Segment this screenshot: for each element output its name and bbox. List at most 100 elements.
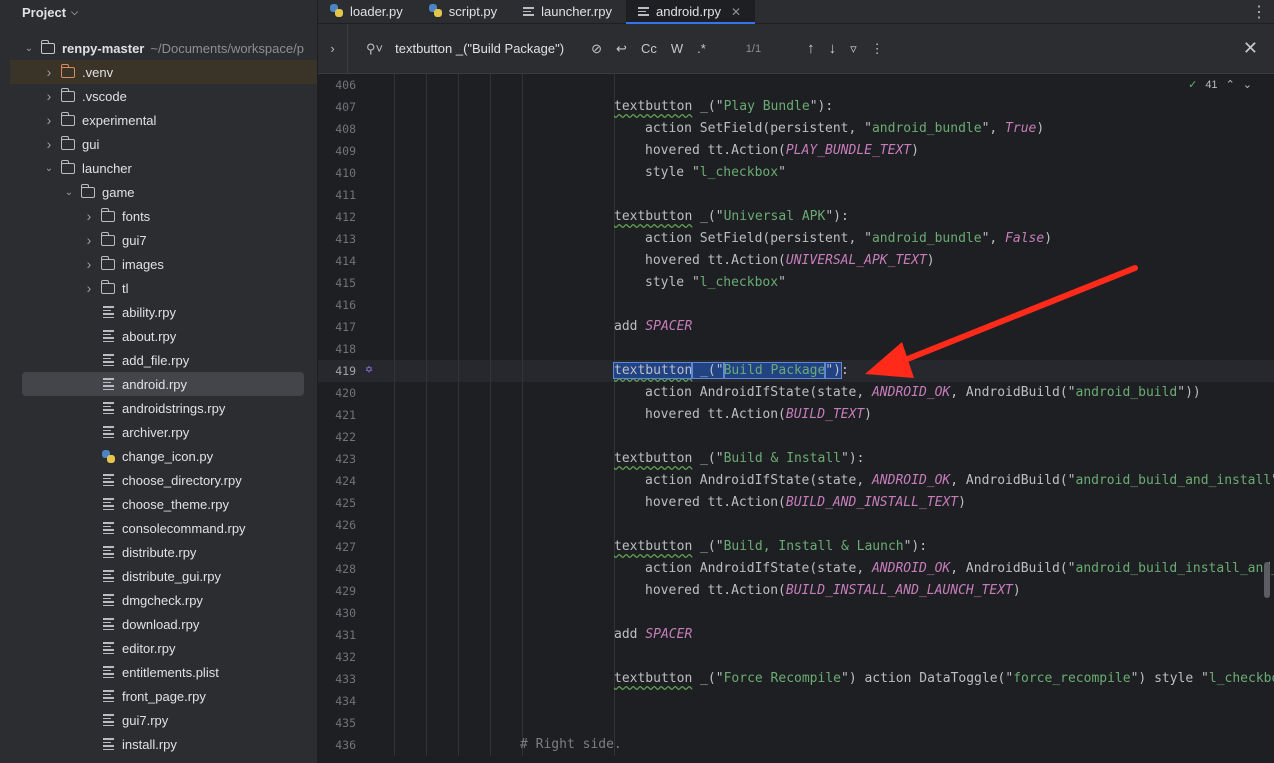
words-button[interactable]: W	[671, 41, 683, 56]
code-line[interactable]: 427 textbutton _("Build, Install & Launch…	[318, 536, 1274, 558]
previous-occurrence-icon[interactable]: ↑	[807, 40, 815, 57]
chevron-down-icon[interactable]: ⌄	[22, 43, 36, 54]
code-line[interactable]: 425 hovered tt.Action(BUILD_AND_INSTALL_T…	[318, 492, 1274, 514]
code-line[interactable]: 419 textbutton _("Build Package"):	[318, 360, 1274, 382]
code-line[interactable]: 412 textbutton _("Universal APK"):	[318, 206, 1274, 228]
indent-guide	[522, 624, 523, 646]
code-line[interactable]: 414 hovered tt.Action(UNIVERSAL_APK_TEXT)	[318, 250, 1274, 272]
tree-item[interactable]: › gui7	[0, 228, 317, 252]
indent-guide	[522, 184, 523, 206]
tree-item[interactable]: archiver.rpy	[0, 420, 317, 444]
chevron-right-icon[interactable]: ›	[82, 280, 96, 296]
code-line[interactable]: 424 action AndroidIfState(state, ANDROID_…	[318, 470, 1274, 492]
chevron-right-icon[interactable]: ›	[82, 208, 96, 224]
previous-highlight-icon[interactable]: ⌃	[1226, 78, 1235, 91]
code-line[interactable]: 433 textbutton _("Force Recompile") actio…	[318, 668, 1274, 690]
tree-item[interactable]: › .vscode	[0, 84, 317, 108]
code-line[interactable]: 416	[318, 294, 1274, 316]
code-line[interactable]: 408 action SetField(persistent, "android_…	[318, 118, 1274, 140]
chevron-down-icon[interactable]: ⌄	[62, 187, 76, 198]
tree-item[interactable]: download.rpy	[0, 612, 317, 636]
vertical-scrollbar[interactable]	[1264, 562, 1270, 598]
search-input[interactable]	[395, 41, 578, 56]
tree-item[interactable]: ability.rpy	[0, 300, 317, 324]
chevron-down-icon[interactable]: ⌄	[42, 163, 56, 174]
code-line[interactable]: 428 action AndroidIfState(state, ANDROID_…	[318, 558, 1274, 580]
tree-item[interactable]: entitlements.plist	[0, 660, 317, 684]
tree-item[interactable]: › .venv	[0, 60, 317, 84]
filter-icon[interactable]: ▿	[850, 41, 857, 57]
match-case-button[interactable]: Cc	[641, 41, 657, 56]
more-tabs-icon[interactable]: ⋮	[1244, 0, 1274, 23]
tree-item[interactable]: choose_theme.rpy	[0, 492, 317, 516]
code-line[interactable]: 435	[318, 712, 1274, 734]
tree-item[interactable]: android.rpy	[0, 372, 317, 396]
code-editor[interactable]: 406 407 textbutton _("Play Bundle"): 408 act…	[318, 74, 1274, 763]
inspection-widget[interactable]: ✓ 41 ⌃ ⌄	[1188, 78, 1252, 92]
tree-item[interactable]: › fonts	[0, 204, 317, 228]
code-line[interactable]: 436 # Right side.	[318, 734, 1274, 756]
next-occurrence-icon[interactable]: ↓	[829, 40, 837, 57]
tree-item[interactable]: dmgcheck.rpy	[0, 588, 317, 612]
code-line[interactable]: 430	[318, 602, 1274, 624]
close-tab-icon[interactable]: ✕	[731, 5, 741, 19]
tree-item[interactable]: › gui	[0, 132, 317, 156]
tree-item[interactable]: change_icon.py	[0, 444, 317, 468]
tree-item[interactable]: distribute.rpy	[0, 540, 317, 564]
bookmark-gutter-icon[interactable]: ✡	[362, 362, 376, 376]
code-line[interactable]: 418	[318, 338, 1274, 360]
chevron-right-icon[interactable]: ›	[42, 64, 56, 80]
tree-item[interactable]: install.rpy	[0, 732, 317, 756]
project-view-selector[interactable]: Project ⌵	[0, 0, 317, 24]
code-line[interactable]: 415 style "l_checkbox"	[318, 272, 1274, 294]
code-line[interactable]: 410 style "l_checkbox"	[318, 162, 1274, 184]
code-line[interactable]: 407 textbutton _("Play Bundle"):	[318, 96, 1274, 118]
editor-tab[interactable]: android.rpy ✕	[626, 0, 756, 24]
tree-item[interactable]: ⌄ launcher	[0, 156, 317, 180]
code-line[interactable]: 429 hovered tt.Action(BUILD_INSTALL_AND_L…	[318, 580, 1274, 602]
tree-item[interactable]: consolecommand.rpy	[0, 516, 317, 540]
chevron-right-icon[interactable]: ›	[42, 112, 56, 128]
chevron-right-icon[interactable]: ›	[82, 256, 96, 272]
code-line[interactable]: 409 hovered tt.Action(PLAY_BUNDLE_TEXT)	[318, 140, 1274, 162]
code-line[interactable]: 420 action AndroidIfState(state, ANDROID_…	[318, 382, 1274, 404]
editor-tab[interactable]: script.py	[417, 0, 511, 23]
search-history-icon[interactable]: ⚲˅	[366, 41, 383, 57]
tree-item[interactable]: gui7.rpy	[0, 708, 317, 732]
close-icon[interactable]: ✕	[1243, 38, 1258, 59]
next-highlight-icon[interactable]: ⌄	[1243, 78, 1252, 91]
code-line[interactable]: 434	[318, 690, 1274, 712]
tree-item[interactable]: choose_directory.rpy	[0, 468, 317, 492]
code-line[interactable]: 422	[318, 426, 1274, 448]
editor-tab[interactable]: loader.py	[318, 0, 417, 23]
expand-replace-icon[interactable]: ›	[318, 23, 348, 74]
code-line[interactable]: 413 action SetField(persistent, "android_…	[318, 228, 1274, 250]
tree-item[interactable]: editor.rpy	[0, 636, 317, 660]
code-line[interactable]: 417 add SPACER	[318, 316, 1274, 338]
code-line[interactable]: 432	[318, 646, 1274, 668]
code-line[interactable]: 431 add SPACER	[318, 624, 1274, 646]
code-line[interactable]: 411	[318, 184, 1274, 206]
tree-item[interactable]: about.rpy	[0, 324, 317, 348]
tree-item[interactable]: › tl	[0, 276, 317, 300]
tree-item[interactable]: ⌄ game	[0, 180, 317, 204]
tree-item[interactable]: › images	[0, 252, 317, 276]
chevron-right-icon[interactable]: ›	[42, 88, 56, 104]
tree-item[interactable]: distribute_gui.rpy	[0, 564, 317, 588]
new-line-icon[interactable]: ↩	[616, 41, 627, 57]
regex-button[interactable]: .*	[697, 41, 706, 56]
tree-item[interactable]: androidstrings.rpy	[0, 396, 317, 420]
find-options-icon[interactable]: ⋮	[871, 41, 884, 57]
code-line[interactable]: 406	[318, 74, 1274, 96]
tree-item[interactable]: front_page.rpy	[0, 684, 317, 708]
code-line[interactable]: 423 textbutton _("Build & Install"):	[318, 448, 1274, 470]
tree-item[interactable]: › experimental	[0, 108, 317, 132]
chevron-right-icon[interactable]: ›	[82, 232, 96, 248]
tree-item[interactable]: add_file.rpy	[0, 348, 317, 372]
editor-tab[interactable]: launcher.rpy	[511, 0, 626, 23]
clear-search-icon[interactable]: ⊘	[591, 41, 602, 57]
code-line[interactable]: 426	[318, 514, 1274, 536]
code-line[interactable]: 421 hovered tt.Action(BUILD_TEXT)	[318, 404, 1274, 426]
chevron-right-icon[interactable]: ›	[42, 136, 56, 152]
tree-root[interactable]: ⌄ renpy-master ~/Documents/workspace/p	[0, 36, 317, 60]
